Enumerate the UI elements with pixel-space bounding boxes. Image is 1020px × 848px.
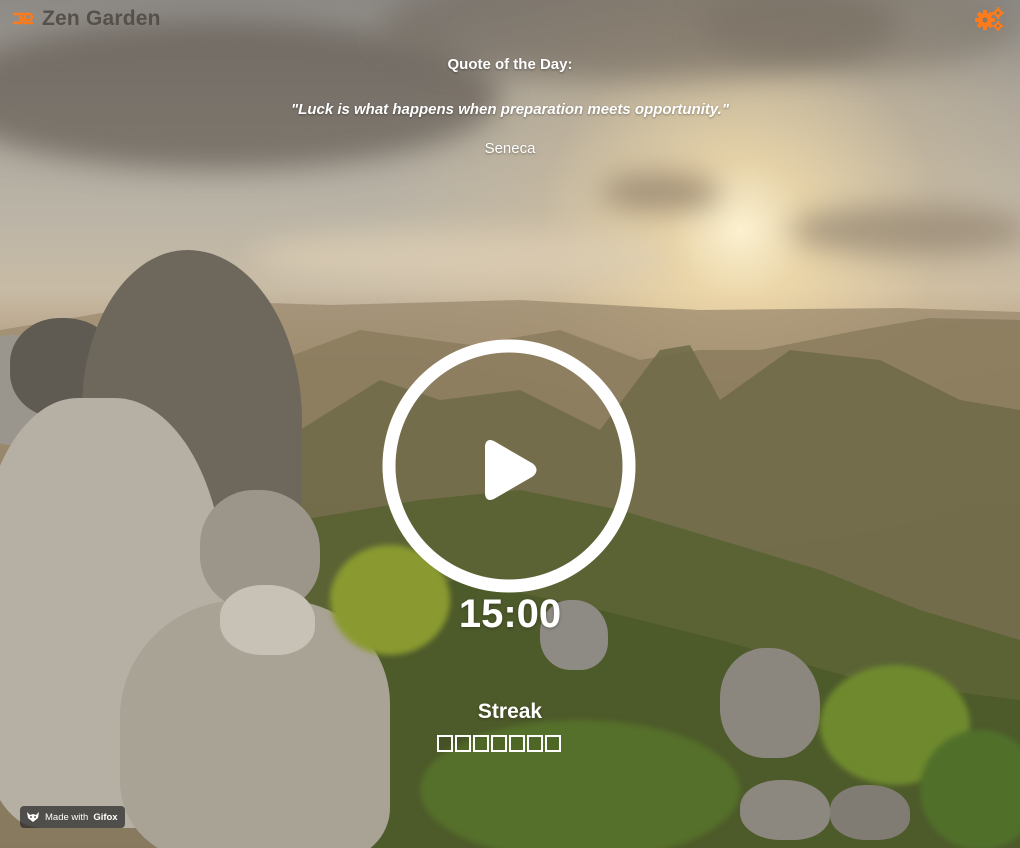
streak-day-box [473, 735, 489, 752]
badge-prefix: Made with [45, 811, 89, 823]
quote-of-the-day: Quote of the Day: "Luck is what happens … [0, 56, 1020, 157]
streak-day-box [437, 735, 453, 752]
rock [740, 780, 830, 840]
rock [830, 785, 910, 840]
streak-day-box [527, 735, 543, 752]
quote-author: Seneca [484, 140, 536, 157]
quote-text: "Luck is what happens when preparation m… [291, 101, 729, 118]
zen-logo-icon [12, 12, 34, 25]
gears-icon[interactable] [974, 6, 1006, 32]
gifox-watermark: Made with Gifox [20, 806, 125, 828]
badge-brand: Gifox [93, 811, 118, 823]
streak-day-box [491, 735, 507, 752]
streak-day-box [509, 735, 525, 752]
play-icon [485, 440, 537, 500]
streak-day-box [545, 735, 561, 752]
streak-day-box [455, 735, 471, 752]
quote-heading: Quote of the Day: [447, 56, 573, 73]
app-header: Zen Garden [12, 6, 161, 32]
streak-tracker [437, 735, 561, 752]
timer-display: 15:00 [458, 592, 562, 636]
app-title: Zen Garden [42, 7, 161, 30]
play-button[interactable] [382, 339, 636, 593]
fox-icon [27, 812, 39, 822]
streak-label: Streak [477, 700, 543, 723]
